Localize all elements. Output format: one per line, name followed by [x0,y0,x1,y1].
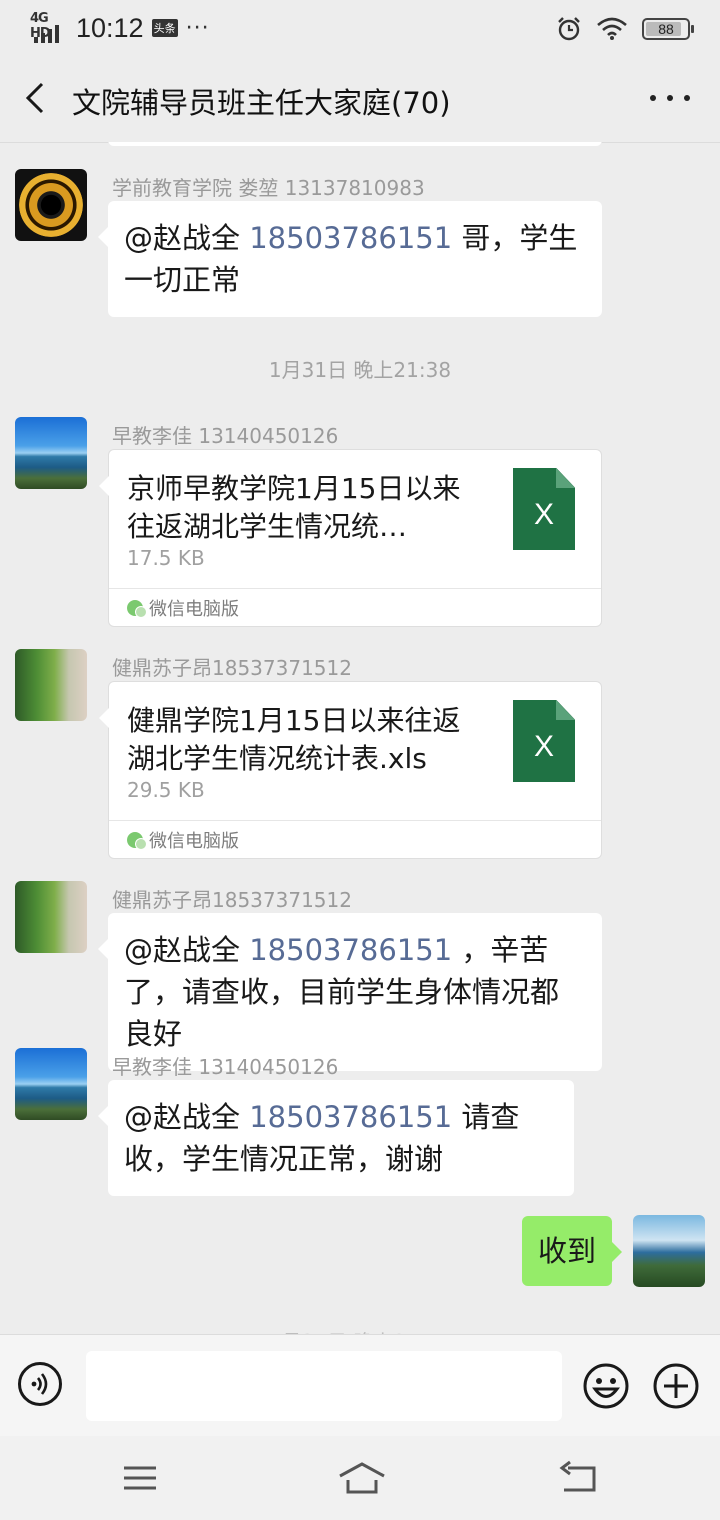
menu-icon [124,1466,156,1490]
phone-link[interactable]: 18503786151 [249,221,452,255]
emoji-button[interactable] [582,1362,630,1410]
file-source: 微信电脑版 [109,588,601,626]
voice-icon [31,1373,48,1395]
wechat-icon [127,831,147,850]
file-source: 微信电脑版 [109,820,601,858]
file-size: 29.5 KB [127,778,205,802]
message-input[interactable] [86,1351,562,1421]
chat-header: 文院辅导员班主任大家庭(70) [0,56,720,143]
more-button[interactable] [650,78,690,118]
phone-link[interactable]: 18503786151 [249,1100,452,1134]
signal-icon: 4G HD [30,11,68,43]
more-functions-button[interactable] [652,1362,700,1410]
more-dots-icon [650,95,656,101]
wifi-icon [597,17,627,40]
phone-link[interactable]: 18503786151 [249,933,452,967]
toutiao-notification-icon: 头条 [151,19,178,37]
file-message-card[interactable]: 健鼎学院1月15日以来往返湖北学生情况统计表.xls 29.5 KB X 微信电… [99,681,602,859]
alarm-icon [558,17,580,41]
file-name: 京师早教学院1月15日以来往返湖北学生情况统… [127,472,461,543]
excel-file-icon: X [513,700,575,782]
avatar[interactable] [15,649,87,721]
timestamp: 1月31日 晚上21:51 [0,1326,720,1334]
status-right: 88 [556,12,694,46]
sender-name: 健鼎苏子昂18537371512 [112,656,352,680]
battery-icon: 88 [642,18,694,40]
plus-icon [653,1363,699,1409]
back-button[interactable] [18,78,58,118]
sender-name: 健鼎苏子昂18537371512 [112,888,352,912]
file-message-card[interactable]: 京师早教学院1月15日以来往返湖北学生情况统… 17.5 KB X 微信电脑版 [99,449,602,627]
battery-level: 88 [658,21,674,37]
avatar[interactable] [15,1048,87,1120]
file-size: 17.5 KB [127,546,205,570]
sender-name: 早教李佳 13140450126 [112,1055,339,1079]
status-bar: 4G HD 10:12 头条 ··· 88 [0,0,720,56]
source-label: 微信电脑版 [149,830,239,852]
mention: @赵战全 [124,221,250,255]
input-bar [0,1334,720,1437]
nav-back-button[interactable] [558,1458,602,1498]
emoji-icon [583,1363,629,1409]
sender-name: 早教李佳 13140450126 [112,424,339,448]
voice-button[interactable] [18,1362,62,1406]
avatar[interactable] [15,881,87,953]
mention: @赵战全 [124,1100,250,1134]
my-avatar[interactable] [633,1215,705,1287]
wechat-icon [127,599,147,618]
timestamp: 1月31日 晚上21:38 [268,358,452,382]
message-list[interactable]: 学前教育学院 娄堃 13137810983 @赵战全 18503786151 哥… [0,142,720,1334]
nav-home-button[interactable] [338,1458,385,1498]
message-bubble[interactable]: @赵战全 18503786151 ，辛苦了，请查收，目前学生身体情况都良好 [98,913,602,1071]
my-message-bubble[interactable]: 收到 [521,1216,623,1286]
sender-name: 学前教育学院 娄堃 13137810983 [112,176,425,200]
home-icon [339,1462,385,1494]
more-notifications-icon: ··· [185,15,210,41]
file-name: 健鼎学院1月15日以来往返湖北学生情况统计表.xls [127,704,461,775]
source-label: 微信电脑版 [149,598,239,620]
excel-file-icon: X [513,468,575,550]
avatar[interactable] [15,169,87,241]
chat-title: 文院辅导员班主任大家庭(70) [72,86,451,120]
mention: @赵战全 [124,933,250,967]
status-left: 4G HD 10:12 头条 ··· [30,10,210,46]
message-bubble[interactable]: @赵战全 18503786151 哥，学生一切正常 [98,201,602,317]
back-icon [25,82,44,114]
nav-menu-button[interactable] [118,1458,162,1498]
clock: 10:12 [76,12,144,43]
message-bubble[interactable]: @赵战全 18503786151 请查收，学生情况正常，谢谢 [98,1080,574,1196]
system-nav-bar [0,1436,720,1520]
return-icon [559,1460,596,1492]
avatar[interactable] [15,417,87,489]
previous-message-bubble [108,142,602,146]
